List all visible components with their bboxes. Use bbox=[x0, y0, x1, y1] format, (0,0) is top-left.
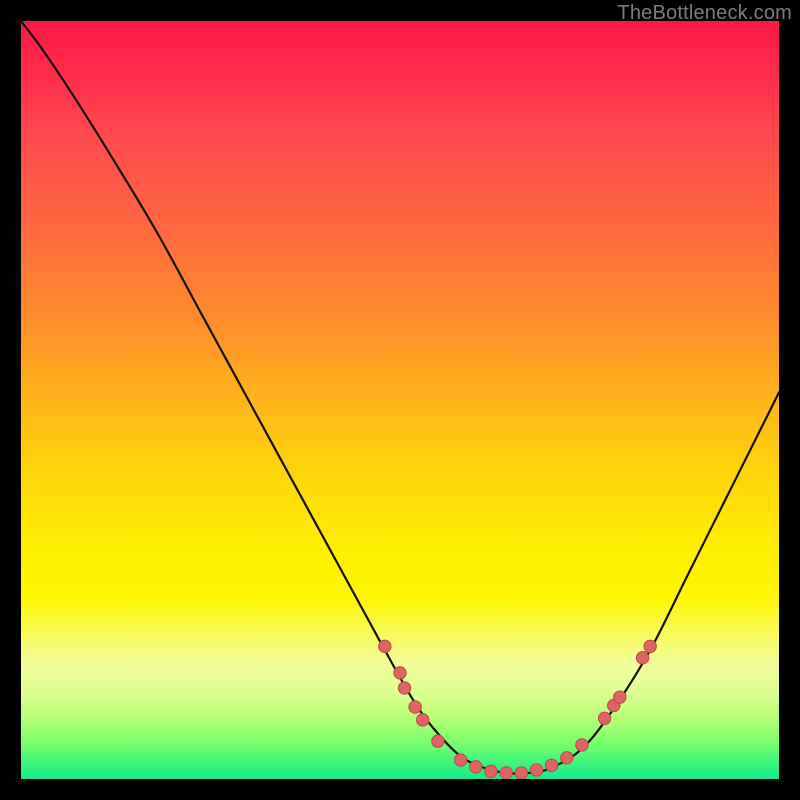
data-dot bbox=[398, 682, 410, 694]
chart-stage: TheBottleneck.com bbox=[0, 0, 800, 800]
data-dot bbox=[454, 754, 466, 766]
data-dot bbox=[545, 759, 557, 771]
data-dot bbox=[598, 712, 610, 724]
data-dot bbox=[485, 765, 497, 777]
data-dot bbox=[417, 714, 429, 726]
data-dot bbox=[636, 652, 648, 664]
data-dot bbox=[394, 667, 406, 679]
data-dot bbox=[500, 767, 512, 779]
data-dot bbox=[530, 764, 542, 776]
data-dots bbox=[379, 640, 657, 779]
data-dot bbox=[432, 735, 444, 747]
data-dot bbox=[576, 739, 588, 751]
data-dot bbox=[561, 752, 573, 764]
plot-area bbox=[21, 21, 779, 779]
watermark-text: TheBottleneck.com bbox=[617, 2, 792, 25]
data-dot bbox=[614, 691, 626, 703]
data-dot bbox=[515, 767, 527, 779]
data-dot bbox=[409, 701, 421, 713]
bottleneck-curve bbox=[21, 21, 779, 774]
chart-svg bbox=[21, 21, 779, 779]
data-dot bbox=[470, 761, 482, 773]
data-dot bbox=[644, 640, 656, 652]
data-dot bbox=[379, 640, 391, 652]
